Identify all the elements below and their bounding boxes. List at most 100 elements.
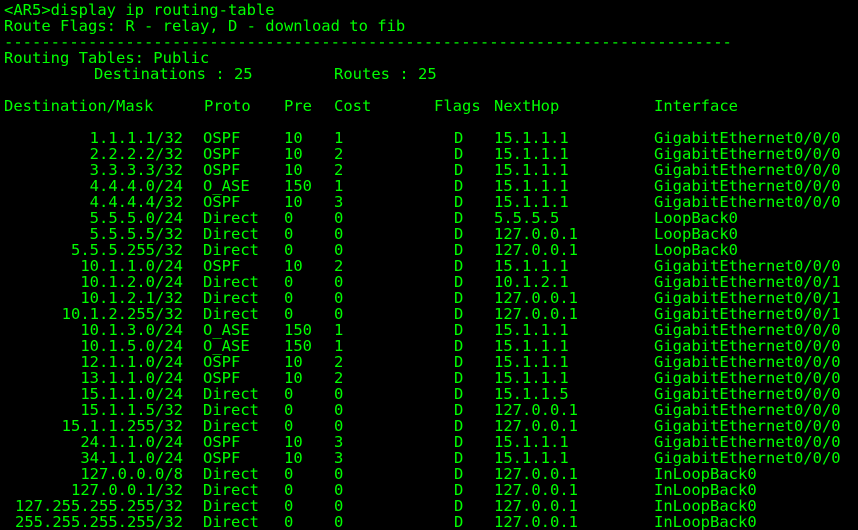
route-flags: D bbox=[454, 161, 464, 179]
route-flags: D bbox=[454, 289, 464, 307]
route-destination: 15.1.1.5/32 bbox=[80, 401, 183, 419]
route-preference: 10 bbox=[284, 193, 303, 211]
route-destination: 127.0.0.1/32 bbox=[71, 481, 183, 499]
route-proto: Direct bbox=[203, 305, 259, 323]
table-row: 5.5.5.255/32 Direct 0 0 D 127.0.0.1 LoopBack0 bbox=[0, 242, 858, 258]
table-row: 15.1.1.0/24 Direct 0 0 D 15.1.1.5 GigabitEther… bbox=[0, 386, 858, 402]
route-destination: 15.1.1.0/24 bbox=[80, 385, 183, 403]
route-proto: Direct bbox=[203, 513, 259, 530]
routing-tables-label: Routing Tables: Public bbox=[4, 49, 210, 67]
route-interface: LoopBack0 bbox=[654, 225, 738, 243]
route-cost: 0 bbox=[334, 401, 344, 419]
route-proto: Direct bbox=[203, 385, 259, 403]
route-nexthop: 15.1.1.1 bbox=[494, 433, 569, 451]
route-interface: GigabitEthernet0/0/1 bbox=[654, 273, 841, 291]
route-nexthop: 127.0.0.1 bbox=[494, 417, 578, 435]
route-interface: InLoopBack0 bbox=[654, 497, 757, 515]
table-row: 255.255.255.255/32 Direct 0 0 D 127.0.0.1 InLo… bbox=[0, 514, 858, 530]
route-flags: D bbox=[454, 145, 464, 163]
route-interface: GigabitEthernet0/0/0 bbox=[654, 449, 841, 467]
route-preference: 10 bbox=[284, 353, 303, 371]
route-interface: GigabitEthernet0/0/0 bbox=[654, 417, 841, 435]
route-destination: 10.1.2.0/24 bbox=[80, 273, 183, 291]
route-proto: O_ASE bbox=[203, 337, 250, 355]
route-proto: OSPF bbox=[203, 369, 241, 387]
route-preference: 10 bbox=[284, 257, 303, 275]
route-preference: 150 bbox=[284, 337, 312, 355]
table-row: 4.4.4.4/32 OSPF 10 3 D 15.1.1.1 GigabitEtherne… bbox=[0, 194, 858, 210]
route-flags: D bbox=[454, 369, 464, 387]
route-nexthop: 127.0.0.1 bbox=[494, 497, 578, 515]
route-proto: O_ASE bbox=[203, 177, 250, 195]
header-nexthop: NextHop bbox=[494, 97, 560, 115]
route-cost: 1 bbox=[334, 337, 344, 355]
route-preference: 10 bbox=[284, 433, 303, 451]
route-preference: 0 bbox=[284, 481, 294, 499]
table-row: 5.5.5.5/32 Direct 0 0 D 127.0.0.1 LoopBack0 bbox=[0, 226, 858, 242]
flags-legend: Route Flags: R - relay, D - download to … bbox=[4, 17, 406, 35]
terminal-window[interactable]: <AR5>display ip routing-table Route Flag… bbox=[0, 0, 858, 530]
route-flags: D bbox=[454, 305, 464, 323]
route-proto: Direct bbox=[203, 417, 259, 435]
route-flags: D bbox=[454, 225, 464, 243]
route-interface: GigabitEthernet0/0/0 bbox=[654, 433, 841, 451]
route-preference: 0 bbox=[284, 289, 294, 307]
route-proto: Direct bbox=[203, 225, 259, 243]
route-nexthop: 15.1.1.1 bbox=[494, 369, 569, 387]
route-destination: 5.5.5.0/24 bbox=[89, 209, 183, 227]
route-destination: 4.4.4.0/24 bbox=[89, 177, 183, 195]
table-row: 10.1.2.1/32 Direct 0 0 D 127.0.0.1 GigabitEthe… bbox=[0, 290, 858, 306]
route-preference: 0 bbox=[284, 401, 294, 419]
route-destination: 127.0.0.0/8 bbox=[80, 465, 183, 483]
route-interface: GigabitEthernet0/0/1 bbox=[654, 289, 841, 307]
route-nexthop: 127.0.0.1 bbox=[494, 401, 578, 419]
routes-count: Routes : 25 bbox=[334, 65, 437, 83]
route-nexthop: 15.1.1.1 bbox=[494, 193, 569, 211]
route-proto: Direct bbox=[203, 209, 259, 227]
route-preference: 150 bbox=[284, 321, 312, 339]
table-row: 34.1.1.0/24 OSPF 10 3 D 15.1.1.1 GigabitEthern… bbox=[0, 450, 858, 466]
header-cost: Cost bbox=[334, 97, 372, 115]
route-flags: D bbox=[454, 385, 464, 403]
route-preference: 10 bbox=[284, 161, 303, 179]
table-row: 127.0.0.1/32 Direct 0 0 D 127.0.0.1 InLoopBack… bbox=[0, 482, 858, 498]
route-preference: 10 bbox=[284, 449, 303, 467]
route-cost: 0 bbox=[334, 225, 344, 243]
route-destination: 5.5.5.5/32 bbox=[89, 225, 183, 243]
route-interface: LoopBack0 bbox=[654, 209, 738, 227]
route-flags: D bbox=[454, 433, 464, 451]
route-nexthop: 127.0.0.1 bbox=[494, 481, 578, 499]
table-row: 127.0.0.0/8 Direct 0 0 D 127.0.0.1 InLoopBack0 bbox=[0, 466, 858, 482]
route-interface: GigabitEthernet0/0/0 bbox=[654, 257, 841, 275]
table-row: 5.5.5.0/24 Direct 0 0 D 5.5.5.5 LoopBack0 bbox=[0, 210, 858, 226]
table-row: 10.1.2.0/24 Direct 0 0 D 10.1.2.1 GigabitEther… bbox=[0, 274, 858, 290]
table-row: 10.1.1.0/24 OSPF 10 2 D 15.1.1.1 GigabitEthern… bbox=[0, 258, 858, 274]
route-proto: Direct bbox=[203, 289, 259, 307]
route-nexthop: 127.0.0.1 bbox=[494, 225, 578, 243]
route-cost: 0 bbox=[334, 497, 344, 515]
route-proto: OSPF bbox=[203, 161, 241, 179]
table-row: 10.1.5.0/24 O_ASE 150 1 D 15.1.1.1 GigabitEthe… bbox=[0, 338, 858, 354]
route-destination: 34.1.1.0/24 bbox=[80, 449, 183, 467]
route-destination: 3.3.3.3/32 bbox=[89, 161, 183, 179]
route-preference: 0 bbox=[284, 497, 294, 515]
route-interface: InLoopBack0 bbox=[654, 481, 757, 499]
route-nexthop: 127.0.0.1 bbox=[494, 305, 578, 323]
route-cost: 2 bbox=[334, 257, 344, 275]
route-proto: Direct bbox=[203, 465, 259, 483]
table-row: 24.1.1.0/24 OSPF 10 3 D 15.1.1.1 GigabitEthern… bbox=[0, 434, 858, 450]
route-nexthop: 15.1.1.1 bbox=[494, 129, 569, 147]
route-nexthop: 5.5.5.5 bbox=[494, 209, 560, 227]
route-flags: D bbox=[454, 129, 464, 147]
route-interface: LoopBack0 bbox=[654, 241, 738, 259]
route-preference: 0 bbox=[284, 465, 294, 483]
route-destination: 127.255.255.255/32 bbox=[15, 497, 183, 515]
route-flags: D bbox=[454, 209, 464, 227]
route-interface: GigabitEthernet0/0/0 bbox=[654, 193, 841, 211]
route-preference: 0 bbox=[284, 305, 294, 323]
route-cost: 1 bbox=[334, 177, 344, 195]
route-nexthop: 15.1.1.1 bbox=[494, 161, 569, 179]
route-preference: 0 bbox=[284, 385, 294, 403]
route-flags: D bbox=[454, 321, 464, 339]
prompt-command: <AR5>display ip routing-table bbox=[4, 1, 275, 19]
